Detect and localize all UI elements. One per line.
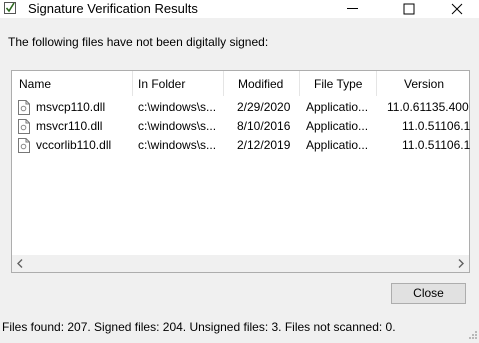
scroll-left-button[interactable]: [12, 255, 29, 272]
chevron-left-icon: [17, 259, 23, 268]
file-type: Applicatio...: [306, 119, 369, 133]
column-divider[interactable]: [299, 71, 300, 96]
unsigned-files-message: The following files have not been digita…: [8, 35, 269, 49]
scroll-track[interactable]: [29, 257, 452, 270]
close-button[interactable]: Close: [391, 283, 466, 304]
maximize-button[interactable]: [392, 0, 426, 18]
file-modified: 2/29/2020: [237, 100, 291, 114]
minimize-icon: [347, 8, 358, 9]
status-bar: Files found: 207. Signed files: 204. Uns…: [2, 320, 396, 334]
title-bar: Signature Verification Results: [0, 0, 479, 18]
column-header-modified[interactable]: Modified: [238, 71, 283, 97]
dll-file-icon: [18, 100, 30, 115]
file-name: msvcp110.dll: [36, 100, 106, 114]
column-header-file-type[interactable]: File Type: [314, 71, 362, 97]
file-version: 11.0.51106.1: [402, 138, 471, 152]
file-version: 11.0.61135.400: [387, 100, 469, 114]
close-window-button[interactable]: [440, 0, 474, 18]
app-icon: [2, 0, 18, 16]
file-folder: c:\windows\s...: [138, 138, 217, 152]
file-type: Applicatio...: [306, 100, 369, 114]
maximize-icon: [403, 3, 415, 15]
column-divider[interactable]: [132, 71, 133, 96]
resize-grip-icon[interactable]: [468, 329, 478, 339]
table-row[interactable]: msvcp110.dll c:\windows\s... 2/29/2020 A…: [12, 98, 469, 117]
column-header-row: Name In Folder Modified File Type Versio…: [12, 71, 469, 97]
horizontal-scrollbar[interactable]: [12, 255, 469, 272]
table-row[interactable]: msvcr110.dll c:\windows\s... 8/10/2016 A…: [12, 117, 471, 136]
column-divider[interactable]: [223, 71, 224, 96]
window-title: Signature Verification Results: [28, 1, 198, 16]
file-folder: c:\windows\s...: [138, 100, 217, 114]
column-header-version[interactable]: Version: [404, 71, 444, 97]
results-list[interactable]: Name In Folder Modified File Type Versio…: [11, 70, 470, 273]
file-name: vccorlib110.dll: [36, 138, 112, 152]
column-header-folder[interactable]: In Folder: [138, 71, 185, 97]
column-header-name[interactable]: Name: [19, 71, 51, 97]
close-icon: [451, 3, 463, 15]
dll-file-icon: [18, 138, 30, 153]
file-type: Applicatio...: [306, 138, 369, 152]
minimize-button[interactable]: [336, 0, 370, 18]
file-name: msvcr110.dll: [36, 119, 103, 133]
file-modified: 2/12/2019: [237, 138, 291, 152]
file-folder: c:\windows\s...: [138, 119, 217, 133]
file-version: 11.0.51106.1: [402, 119, 471, 133]
chevron-right-icon: [458, 259, 464, 268]
file-modified: 8/10/2016: [237, 119, 291, 133]
table-row[interactable]: vccorlib110.dll c:\windows\s... 2/12/201…: [12, 136, 471, 155]
column-divider[interactable]: [376, 71, 377, 96]
dll-file-icon: [18, 119, 30, 134]
scroll-right-button[interactable]: [452, 255, 469, 272]
